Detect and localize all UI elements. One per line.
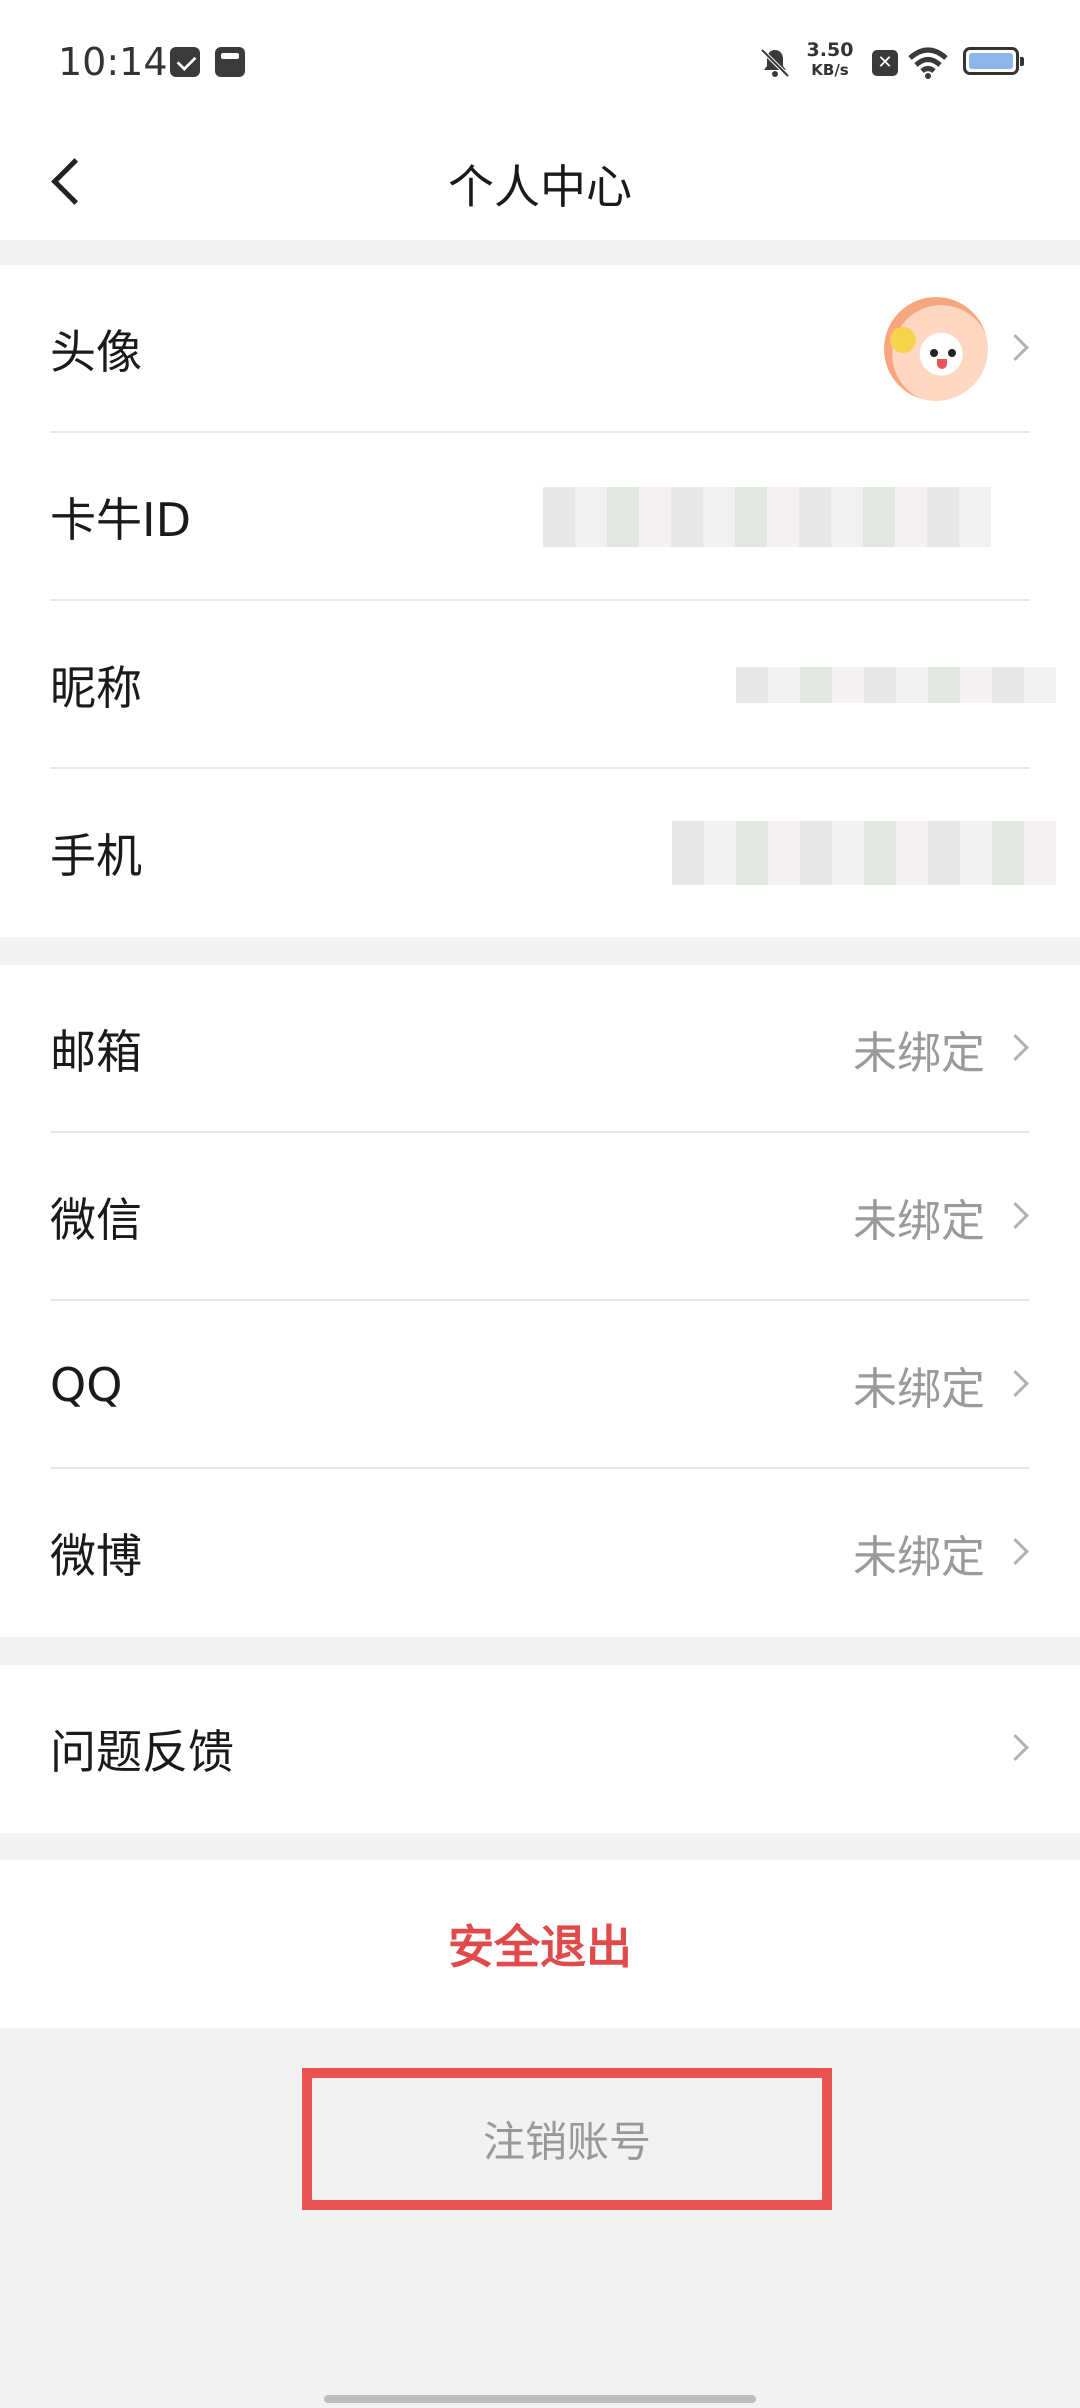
logout-label: 安全退出 [448,1920,632,1974]
status-bar: 10:14 3.50 KB/s ✕ [0,0,1080,125]
avatar [884,297,988,401]
id-row: 卡牛ID [0,433,1080,601]
email-status: 未绑定 [853,1028,985,1079]
chevron-right-icon [1006,338,1028,360]
chevron-right-icon [1006,1738,1028,1760]
home-indicator[interactable] [324,2395,756,2403]
weibo-status: 未绑定 [853,1532,985,1583]
list-item-wechat[interactable]: 微信 未绑定 [0,1133,1080,1301]
status-time: 10:14 [58,40,168,84]
list-item-weibo[interactable]: 微博 未绑定 [0,1469,1080,1637]
net-speed-value: 3.50 [806,39,854,61]
close-box-icon: ✕ [872,50,898,76]
weibo-label: 微博 [50,1529,142,1583]
phone-label: 手机 [50,829,142,883]
app-header: 个人中心 [0,125,1080,240]
qq-label: QQ [50,1358,123,1412]
wechat-status: 未绑定 [853,1196,985,1247]
chevron-right-icon [1006,1374,1028,1396]
coin-icon [890,327,916,353]
avatar-label: 头像 [50,325,142,379]
status-icons: 3.50 KB/s ✕ [680,0,1080,125]
feedback-section: 问题反馈 [0,1665,1080,1833]
mail-icon [170,47,200,77]
net-speed: 3.50 KB/s [800,40,860,80]
net-speed-unit: KB/s [811,61,849,79]
cancel-account-label: 注销账号 [482,2117,651,2167]
wechat-label: 微信 [50,1193,142,1247]
chevron-right-icon [1006,1206,1028,1228]
chevron-right-icon [1006,1038,1028,1060]
qq-status: 未绑定 [853,1364,985,1415]
list-item-qq[interactable]: QQ 未绑定 [0,1301,1080,1469]
cancel-account-button[interactable]: 注销账号 [302,2068,832,2210]
email-label: 邮箱 [50,1025,142,1079]
id-label: 卡牛ID [50,493,191,547]
nickname-value-blurred [736,667,1056,703]
bell-off-icon [760,48,790,78]
logout-button[interactable]: 安全退出 [0,1860,1080,2028]
battery-icon [963,47,1024,75]
nickname-label: 昵称 [50,661,142,715]
chevron-right-icon [1006,1542,1028,1564]
phone-value-blurred [672,821,1056,885]
wifi-icon [908,47,948,79]
id-value-blurred [543,487,991,547]
bind-section: 邮箱 未绑定 微信 未绑定 QQ 未绑定 微博 未绑定 [0,965,1080,1637]
list-item-email[interactable]: 邮箱 未绑定 [0,965,1080,1133]
inbox-icon [215,47,245,77]
nickname-row: 昵称 [0,601,1080,769]
profile-section: 头像 卡牛ID 昵称 手机 [0,265,1080,937]
avatar-row[interactable]: 头像 [0,265,1080,433]
page-title: 个人中心 [448,160,632,214]
phone-row: 手机 [0,769,1080,937]
logout-section: 安全退出 [0,1860,1080,2028]
feedback-row[interactable]: 问题反馈 [0,1665,1080,1833]
feedback-label: 问题反馈 [50,1725,234,1779]
